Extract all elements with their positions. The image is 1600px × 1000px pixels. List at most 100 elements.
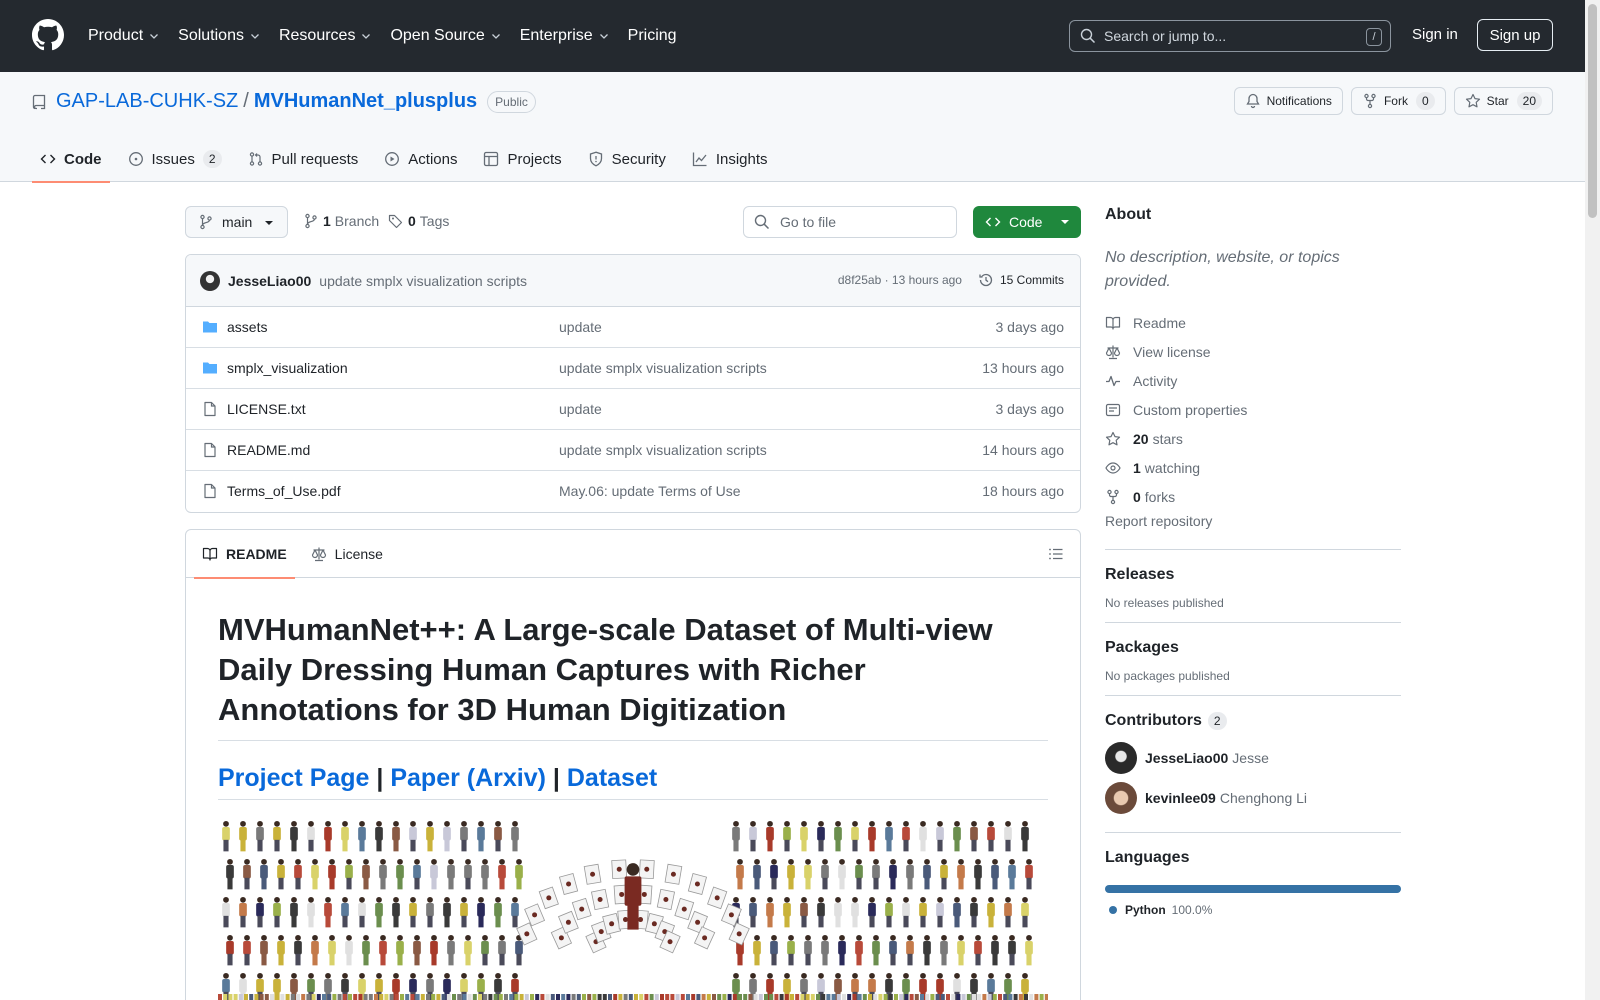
list-unordered-icon[interactable] [1048, 546, 1064, 562]
sign-up-button[interactable]: Sign up [1477, 19, 1553, 51]
github-logo-icon[interactable] [32, 19, 64, 51]
commit-author-link[interactable]: JesseLiao00 [228, 273, 311, 289]
git-pull-request-icon [249, 152, 262, 166]
tags-link[interactable]: 0 Tags [388, 213, 449, 229]
language-percent: 100.0% [1171, 903, 1213, 917]
releases-heading[interactable]: Releases [1105, 566, 1401, 584]
file-commit-message[interactable]: update [559, 319, 602, 335]
commit-message-link[interactable]: update smplx visualization scripts [319, 273, 527, 289]
sidebar-item-custom-properties[interactable]: Custom properties [1105, 395, 1401, 424]
tab-issues[interactable]: Issues 2 [120, 136, 230, 182]
file-commit-time: 14 hours ago [982, 442, 1064, 458]
file-commit-message[interactable]: update smplx visualization scripts [559, 442, 767, 458]
list-item[interactable]: kevinlee09 Chenghong Li [1105, 778, 1401, 818]
commits-history-link[interactable]: 15 Commits [978, 272, 1064, 288]
bell-icon [1245, 93, 1260, 109]
file-commit-message[interactable]: update smplx visualization scripts [559, 360, 767, 376]
nav-resources[interactable]: Resources [279, 22, 372, 50]
readme-tabs: README License [186, 530, 1080, 579]
go-to-file-input[interactable]: Go to file [743, 206, 957, 238]
sidebar-item-watching[interactable]: 1 watching [1105, 453, 1401, 482]
tab-insights[interactable]: Insights [684, 136, 776, 182]
sign-in-link[interactable]: Sign in [1412, 26, 1458, 43]
language-item[interactable]: Python 100.0% [1105, 903, 1401, 917]
dataset-link[interactable]: Dataset [567, 764, 657, 792]
repo-name-link[interactable]: MVHumanNet_plusplus [254, 90, 477, 113]
scrollbar-thumb[interactable] [1588, 4, 1597, 218]
sidebar-item-license[interactable]: View license [1105, 337, 1401, 366]
nav-enterprise[interactable]: Enterprise [520, 22, 610, 50]
nav-label: Product [88, 27, 144, 44]
tab-actions[interactable]: Actions [376, 136, 465, 182]
readme-links-heading: Project Page | Paper (Arxiv) | Dataset [218, 763, 1048, 800]
contributor-login: kevinlee09 [1145, 790, 1216, 806]
nav-pricing[interactable]: Pricing [628, 22, 677, 50]
search-icon [1080, 28, 1096, 44]
star-button[interactable]: Star 20 [1453, 87, 1553, 115]
file-name-link[interactable]: smplx_visualization [227, 360, 348, 376]
sidebar-item-forks[interactable]: 0 forks [1105, 482, 1401, 511]
file-name-link[interactable]: assets [227, 319, 267, 335]
star-icon [1105, 431, 1121, 445]
issue-opened-icon [128, 152, 143, 166]
table-row: LICENSE.txt update 3 days ago [186, 389, 1080, 430]
tags-count: 0 [408, 213, 416, 229]
language-name: Python [1125, 903, 1166, 917]
chevron-down-icon [599, 34, 608, 39]
tags-label: Tags [419, 213, 450, 229]
repo-owner-link[interactable]: GAP-LAB-CUHK-SZ [56, 90, 238, 113]
code-icon [40, 154, 56, 164]
star-label: Star [1486, 94, 1509, 108]
file-name-link[interactable]: Terms_of_Use.pdf [227, 483, 341, 499]
fork-button[interactable]: Fork 0 [1350, 87, 1446, 115]
tab-license[interactable]: License [303, 530, 391, 578]
file-commit-message[interactable]: May.06: update Terms of Use [559, 483, 741, 499]
file-commit-message[interactable]: update [559, 401, 602, 417]
notifications-button[interactable]: Notifications [1233, 87, 1343, 115]
sidebar-item-label: stars [1152, 430, 1183, 447]
contributors-heading[interactable]: Contributors 2 [1105, 712, 1401, 730]
sidebar-item-stars[interactable]: 20 stars [1105, 424, 1401, 453]
branches-link[interactable]: 1 Branch [303, 213, 379, 229]
releases-note: No releases published [1105, 596, 1224, 610]
nav-label: Solutions [178, 27, 244, 44]
file-name-link[interactable]: LICENSE.txt [227, 401, 306, 417]
page-scrollbar[interactable] [1585, 0, 1600, 1000]
fork-label: Fork [1383, 94, 1408, 108]
tab-projects[interactable]: Projects [475, 136, 569, 182]
global-search-input[interactable]: Search or jump to... / [1069, 20, 1391, 52]
sidebar-item-readme[interactable]: Readme [1105, 308, 1401, 337]
note-icon [1105, 403, 1121, 416]
file-name-link[interactable]: README.md [227, 442, 310, 458]
sidebar: About No description, website, or topics… [1105, 206, 1401, 917]
repo-icon [32, 94, 46, 109]
sidebar-item-activity[interactable]: Activity [1105, 366, 1401, 395]
avatar[interactable] [200, 270, 220, 291]
code-dropdown-button[interactable]: Code [973, 206, 1081, 238]
project-page-link[interactable]: Project Page [218, 764, 369, 792]
packages-heading[interactable]: Packages [1105, 639, 1401, 657]
tab-pull-requests[interactable]: Pull requests [240, 136, 367, 182]
search-icon [754, 214, 770, 230]
nav-solutions[interactable]: Solutions [178, 22, 261, 50]
branch-name: main [222, 214, 253, 230]
book-icon [1105, 316, 1121, 330]
branches-label: Branch [334, 213, 380, 229]
file-icon [204, 442, 216, 458]
commit-hash-time[interactable]: d8f25ab · 13 hours ago [838, 273, 962, 287]
nav-product[interactable]: Product [88, 22, 160, 50]
list-item[interactable]: JesseLiao00 Jesse [1105, 738, 1401, 778]
sidebar-item-label: Activity [1133, 372, 1178, 389]
language-bar [1105, 885, 1401, 893]
report-repository-link[interactable]: Report repository [1105, 513, 1401, 537]
branch-selector[interactable]: main [185, 206, 288, 238]
caret-down-icon [265, 221, 273, 225]
nav-label: Enterprise [519, 27, 593, 44]
tab-security[interactable]: Security [580, 136, 674, 182]
issues-count: 2 [202, 150, 222, 168]
nav-open-source[interactable]: Open Source [390, 22, 501, 50]
tab-code[interactable]: Code [32, 136, 110, 183]
tab-readme[interactable]: README [194, 530, 295, 579]
chevron-down-icon [491, 34, 500, 39]
paper-arxiv-link[interactable]: Paper (Arxiv) [390, 764, 546, 792]
